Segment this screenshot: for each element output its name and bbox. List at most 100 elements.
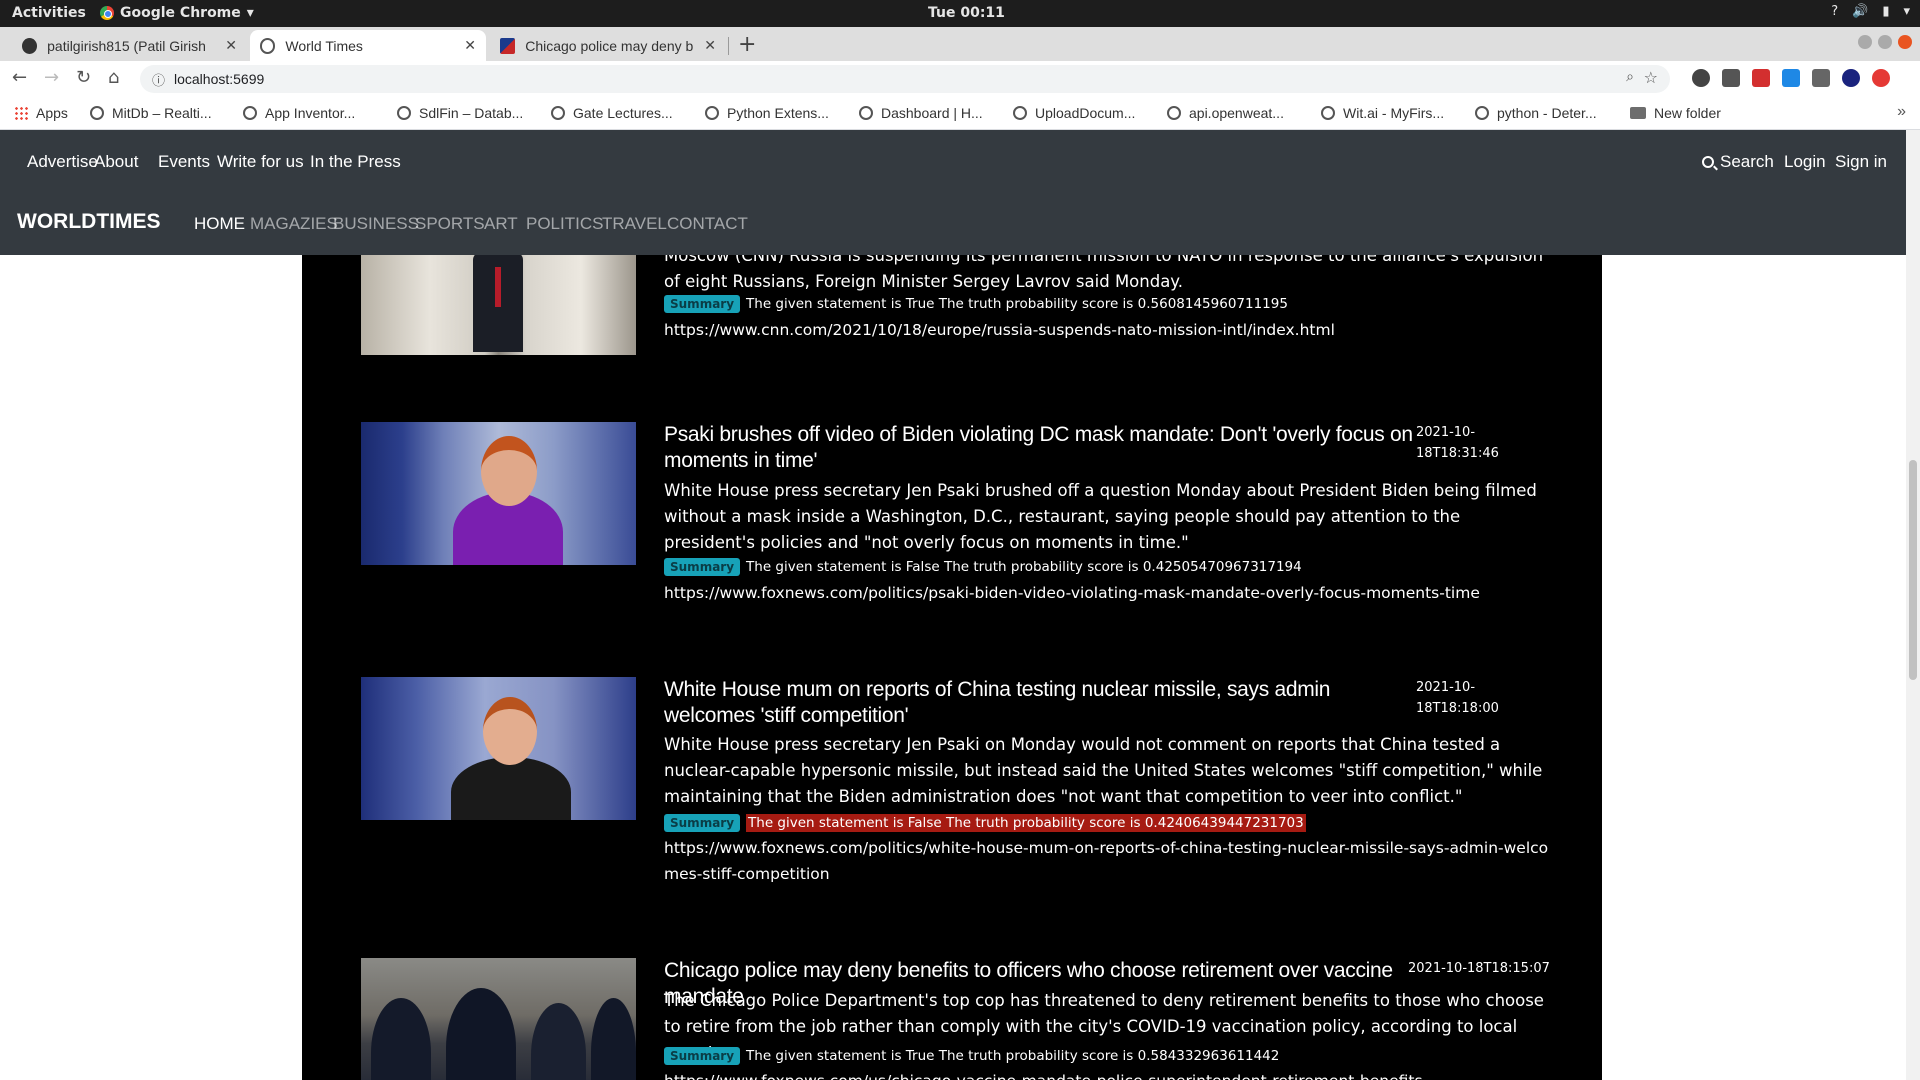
minimize-button[interactable]	[1858, 35, 1872, 49]
extension-icon[interactable]	[1692, 69, 1710, 87]
maximize-button[interactable]	[1878, 35, 1892, 49]
article-image[interactable]	[361, 958, 636, 1080]
activities-button[interactable]: Activities	[12, 5, 86, 21]
bookmarks-overflow-button[interactable]: »	[1897, 103, 1906, 121]
nav-advertise[interactable]: Advertise	[27, 152, 98, 172]
system-tray[interactable]: ? 🔊 ▮ ▾	[1831, 4, 1910, 19]
bookmark-item[interactable]: Gate Lectures...	[551, 105, 673, 121]
search-link[interactable]: Search	[1702, 152, 1774, 172]
help-icon[interactable]: ?	[1831, 4, 1838, 19]
person-head	[481, 436, 537, 506]
bookmark-item[interactable]: UploadDocum...	[1013, 105, 1135, 121]
bookmark-star-icon[interactable]: ☆	[1644, 68, 1658, 87]
extensions-area	[1692, 69, 1890, 87]
info-icon[interactable]: ⓘ	[152, 70, 165, 89]
nav-events[interactable]: Events	[158, 152, 210, 172]
summary-badge[interactable]: Summary	[664, 1047, 741, 1065]
globe-icon	[705, 106, 719, 120]
nav-sports[interactable]: SPORTS	[415, 214, 485, 234]
nav-write-for-us[interactable]: Write for us	[217, 152, 304, 172]
reload-button[interactable]: ↻	[76, 67, 91, 88]
nav-art[interactable]: ART	[484, 214, 518, 234]
clock[interactable]: Tue 00:11	[928, 5, 1005, 21]
close-window-button[interactable]	[1898, 35, 1912, 49]
nav-travel[interactable]: TRAVEL	[602, 214, 667, 234]
battery-icon[interactable]: ▮	[1882, 4, 1889, 19]
bookmark-label: python - Deter...	[1497, 105, 1597, 121]
bookmarks-bar: Apps MitDb – Realti... App Inventor... S…	[0, 97, 1920, 130]
volume-icon[interactable]: 🔊	[1852, 4, 1868, 19]
avatar[interactable]	[1842, 69, 1860, 87]
tab-github[interactable]: patilgirish815 (Patil Girish ✕	[12, 30, 247, 61]
scrollbar-thumb[interactable]	[1909, 460, 1917, 680]
extension-icon[interactable]	[1722, 69, 1740, 87]
summary-badge[interactable]: Summary	[664, 558, 741, 576]
extension-icon[interactable]	[1752, 69, 1770, 87]
site-brand[interactable]: WORLDTIMES	[17, 210, 160, 234]
bookmark-item[interactable]: App Inventor...	[243, 105, 355, 121]
summary-badge[interactable]: Summary	[664, 295, 741, 313]
article-url[interactable]: https://www.foxnews.com/politics/psaki-b…	[664, 580, 1554, 606]
article-url[interactable]: https://www.cnn.com/2021/10/18/europe/ru…	[664, 317, 1554, 343]
nav-business[interactable]: BUSINESS	[333, 214, 419, 234]
article-title[interactable]: Psaki brushes off video of Biden violati…	[664, 422, 1414, 474]
bookmark-item[interactable]: Wit.ai - MyFirs...	[1321, 105, 1444, 121]
bookmark-item[interactable]: python - Deter...	[1475, 105, 1597, 121]
bookmark-item[interactable]: Dashboard | H...	[859, 105, 983, 121]
bookmark-item[interactable]: Python Extens...	[705, 105, 829, 121]
nav-about[interactable]: About	[94, 152, 138, 172]
news-feed: Moscow (CNN) Russia is suspending its pe…	[302, 255, 1602, 1080]
login-link[interactable]: Login	[1784, 152, 1826, 172]
bookmark-item[interactable]: SdlFin – Datab...	[397, 105, 523, 121]
extension-icon[interactable]	[1872, 69, 1890, 87]
close-icon[interactable]: ✕	[225, 37, 237, 54]
bookmark-label: Apps	[36, 105, 68, 121]
puzzle-icon[interactable]	[1812, 69, 1830, 87]
home-button[interactable]: ⌂	[108, 67, 119, 88]
page-scrollbar[interactable]	[1906, 130, 1920, 1080]
tab-title: World Times	[285, 37, 363, 54]
close-icon[interactable]: ✕	[464, 37, 476, 54]
nav-home[interactable]: HOME	[194, 214, 245, 234]
page-viewport: Advertise About Events Write for us In t…	[0, 130, 1920, 1080]
tab-world-times[interactable]: World Times ✕	[250, 30, 486, 61]
close-icon[interactable]: ✕	[704, 37, 716, 54]
bookmark-label: App Inventor...	[265, 105, 356, 121]
globe-icon	[1475, 106, 1489, 120]
tab-chicago-police[interactable]: Chicago police may deny b ✕	[490, 30, 726, 61]
globe-icon	[260, 37, 276, 54]
signin-link[interactable]: Sign in	[1835, 152, 1887, 172]
article-title[interactable]: White House mum on reports of China test…	[664, 677, 1414, 729]
person-figure	[531, 1003, 586, 1080]
forward-button[interactable]: →	[44, 67, 59, 88]
article-image[interactable]	[361, 422, 636, 565]
nav-in-the-press[interactable]: In the Press	[310, 152, 401, 172]
bookmark-item[interactable]: MitDb – Realti...	[90, 105, 212, 121]
bookmark-item[interactable]: api.openweat...	[1167, 105, 1284, 121]
download-extension-icon[interactable]	[1782, 69, 1800, 87]
article-url[interactable]: https://www.foxnews.com/politics/white-h…	[664, 835, 1554, 887]
article-image[interactable]	[361, 255, 636, 355]
back-button[interactable]: ←	[12, 67, 27, 88]
article-image[interactable]	[361, 677, 636, 820]
bookmark-folder[interactable]: New folder	[1630, 105, 1721, 121]
app-menu[interactable]: Google Chrome ▾	[100, 5, 254, 21]
summary-badge[interactable]: Summary	[664, 814, 741, 832]
person-figure	[451, 757, 571, 820]
nav-magazies[interactable]: MAGAZIES	[250, 214, 338, 234]
nav-contact[interactable]: CONTACT	[667, 214, 748, 234]
bookmark-apps[interactable]: Apps	[14, 105, 68, 121]
site-navbar: Advertise About Events Write for us In t…	[0, 130, 1906, 255]
chevron-down-icon[interactable]: ▾	[1903, 4, 1910, 19]
url-input[interactable]	[174, 69, 1374, 89]
globe-icon	[243, 106, 257, 120]
nav-politics[interactable]: POLITICS	[526, 214, 603, 234]
window-controls	[1858, 35, 1912, 49]
article-url[interactable]: https://www.foxnews.com/us/chicago-vacci…	[664, 1068, 1554, 1080]
zoom-icon[interactable]: ⌕	[1626, 69, 1634, 85]
address-bar[interactable]: ⓘ ⌕ ☆	[140, 65, 1670, 93]
bookmark-label: SdlFin – Datab...	[419, 105, 524, 121]
globe-icon	[551, 106, 565, 120]
new-tab-button[interactable]: +	[738, 32, 756, 57]
person-figure	[591, 998, 636, 1080]
